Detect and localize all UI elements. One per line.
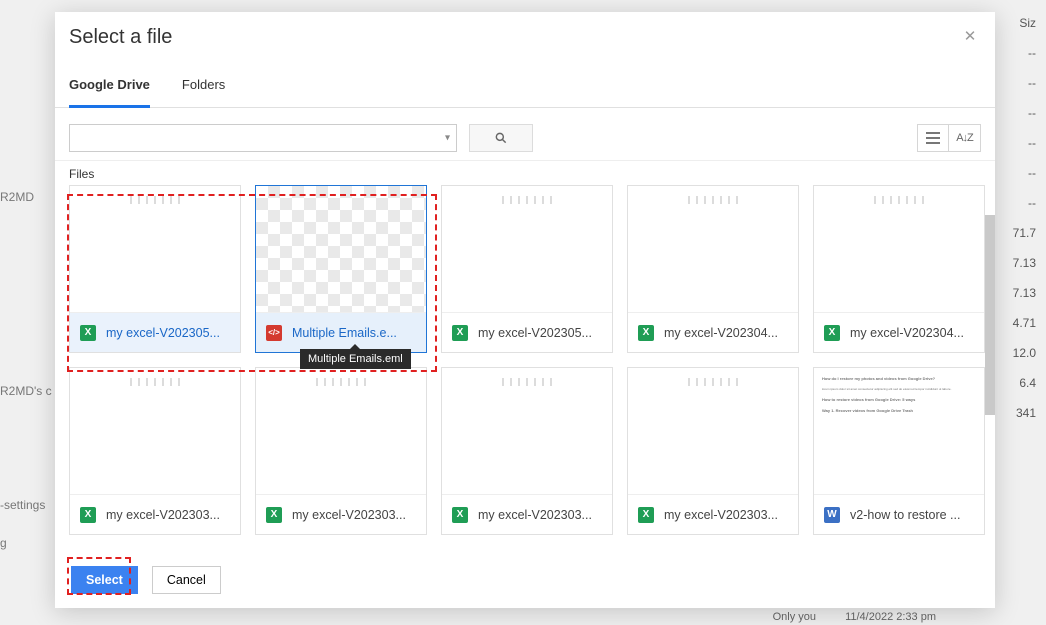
- file-thumbnail: [256, 368, 426, 494]
- sort-button[interactable]: A↓Z: [949, 124, 981, 152]
- file-card[interactable]: Xmy excel-V202303...: [441, 367, 613, 535]
- excel-file-icon: X: [824, 325, 840, 341]
- file-meta: Xmy excel-V202305...: [70, 312, 240, 352]
- bg-size-cell: 12.0: [996, 338, 1036, 368]
- file-meta: Xmy excel-V202303...: [256, 494, 426, 534]
- bg-size-cell: 71.7: [996, 218, 1036, 248]
- excel-file-icon: X: [638, 507, 654, 523]
- bg-size-cell: 341: [996, 398, 1036, 428]
- file-thumbnail: [628, 186, 798, 312]
- code-file-icon: </>: [266, 325, 282, 341]
- file-name-label: my excel-V202303...: [106, 508, 220, 522]
- word-file-icon: W: [824, 507, 840, 523]
- bg-text: R2MD's c: [0, 384, 52, 398]
- bg-size-cell: --: [996, 128, 1036, 158]
- bg-size-cell: 4.71: [996, 308, 1036, 338]
- file-tooltip: Multiple Emails.eml: [300, 349, 411, 369]
- bg-text: R2MD: [0, 190, 52, 204]
- excel-file-icon: X: [638, 325, 654, 341]
- file-meta: Xmy excel-V202305...: [442, 312, 612, 352]
- list-icon: [926, 132, 940, 144]
- modal-title: Select a file: [69, 26, 975, 49]
- close-icon[interactable]: ✕: [961, 28, 979, 46]
- file-thumbnail: [628, 368, 798, 494]
- file-meta: Xmy excel-V202304...: [628, 312, 798, 352]
- file-thumbnail: [256, 186, 426, 312]
- bg-size-cell: --: [996, 38, 1036, 68]
- file-thumbnail: [70, 186, 240, 312]
- file-picker-modal: Select a file ✕ Google Drive Folders ▾ A…: [55, 12, 995, 608]
- picker-tabs: Google Drive Folders: [55, 71, 995, 108]
- bg-size-cell: --: [996, 158, 1036, 188]
- file-name-label: my excel-V202303...: [292, 508, 406, 522]
- scrollbar-thumb[interactable]: [985, 215, 995, 415]
- bg-size-cell: Siz: [996, 8, 1036, 38]
- bg-size-cell: 7.13: [996, 248, 1036, 278]
- file-thumbnail: [814, 186, 984, 312]
- bg-size-column: Siz------------71.77.137.134.7112.06.434…: [996, 0, 1046, 625]
- file-card[interactable]: Xmy excel-V202305...: [441, 185, 613, 353]
- file-name-label: my excel-V202305...: [106, 326, 220, 340]
- excel-file-icon: X: [80, 507, 96, 523]
- file-thumbnail: How do I restore my photos and videos fr…: [814, 368, 984, 494]
- bg-size-cell: --: [996, 68, 1036, 98]
- tab-folders[interactable]: Folders: [182, 71, 225, 107]
- file-card[interactable]: Xmy excel-V202304...: [813, 185, 985, 353]
- bg-size-cell: 7.13: [996, 278, 1036, 308]
- excel-file-icon: X: [452, 325, 468, 341]
- file-meta: Wv2-how to restore ...: [814, 494, 984, 534]
- file-grid: Xmy excel-V202305... </> Multiple Emails.e…: [69, 185, 981, 535]
- excel-file-icon: X: [452, 507, 468, 523]
- file-meta: Xmy excel-V202303...: [70, 494, 240, 534]
- file-card[interactable]: Xmy excel-V202305...: [69, 185, 241, 353]
- file-name-label: my excel-V202303...: [478, 508, 592, 522]
- bg-size-cell: --: [996, 188, 1036, 218]
- files-section-label: Files: [69, 167, 981, 181]
- bg-text: g: [0, 536, 52, 550]
- cancel-button[interactable]: Cancel: [152, 566, 221, 594]
- search-button[interactable]: [469, 124, 533, 152]
- file-thumbnail: [442, 368, 612, 494]
- file-name-label: v2-how to restore ...: [850, 508, 960, 522]
- chevron-down-icon[interactable]: ▾: [445, 133, 450, 144]
- file-card[interactable]: Xmy excel-V202303...: [627, 367, 799, 535]
- tab-google-drive[interactable]: Google Drive: [69, 71, 150, 108]
- file-meta: Xmy excel-V202304...: [814, 312, 984, 352]
- file-thumbnail: [70, 368, 240, 494]
- file-card[interactable]: Xmy excel-V202303...: [255, 367, 427, 535]
- file-meta: Xmy excel-V202303...: [442, 494, 612, 534]
- file-card[interactable]: </> Multiple Emails.e...: [255, 185, 427, 353]
- picker-toolbar: ▾ A↓Z: [55, 108, 995, 161]
- bg-size-cell: 6.4: [996, 368, 1036, 398]
- file-name-label: my excel-V202303...: [664, 508, 778, 522]
- search-icon: [494, 131, 508, 145]
- list-view-button[interactable]: [917, 124, 949, 152]
- file-name-label: my excel-V202305...: [478, 326, 592, 340]
- bg-owner: Only you: [773, 611, 816, 623]
- excel-file-icon: X: [80, 325, 96, 341]
- file-name-label: my excel-V202304...: [850, 326, 964, 340]
- bg-text: -settings: [0, 498, 52, 512]
- file-card[interactable]: Xmy excel-V202303...: [69, 367, 241, 535]
- excel-file-icon: X: [266, 507, 282, 523]
- file-meta: Xmy excel-V202303...: [628, 494, 798, 534]
- search-input[interactable]: ▾: [69, 124, 457, 152]
- select-button[interactable]: Select: [71, 566, 138, 594]
- file-name-label: Multiple Emails.e...: [292, 326, 397, 340]
- picker-content: Files Xmy excel-V202305... </> Multiple Em…: [55, 161, 995, 554]
- file-card[interactable]: Xmy excel-V202304...: [627, 185, 799, 353]
- bg-time: 11/4/2022 2:33 pm: [845, 611, 936, 623]
- file-card[interactable]: How do I restore my photos and videos fr…: [813, 367, 985, 535]
- file-name-label: my excel-V202304...: [664, 326, 778, 340]
- picker-footer: Select Cancel: [55, 554, 995, 608]
- bg-size-cell: --: [996, 98, 1036, 128]
- file-thumbnail: [442, 186, 612, 312]
- sort-icon: A↓Z: [956, 132, 973, 144]
- file-meta: </> Multiple Emails.e...: [256, 312, 426, 352]
